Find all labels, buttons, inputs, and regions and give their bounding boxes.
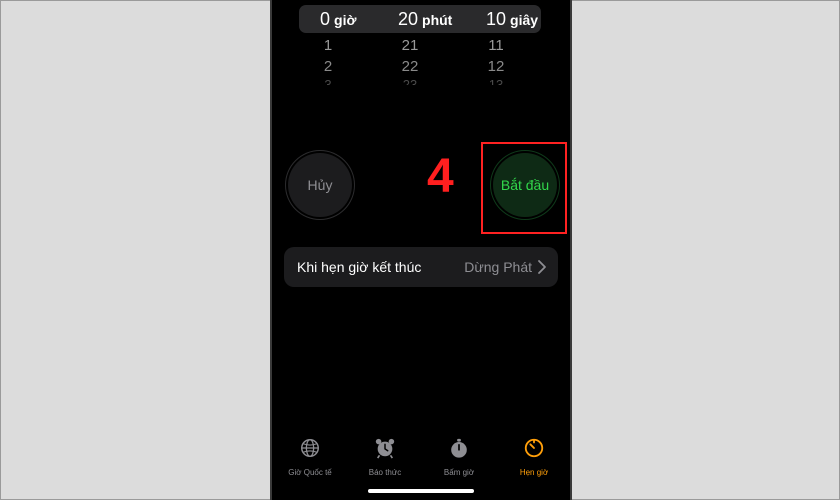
hours-option[interactable]: 3: [308, 77, 348, 85]
timer-icon: [524, 438, 544, 458]
phone-screen: 0 giờ 1 2 3 20 phút 21 22 23 10 giây 11 12 …: [270, 0, 572, 500]
minutes-unit: phút: [422, 12, 453, 28]
when-timer-ends-value: Dừng Phát: [464, 259, 532, 275]
globe-icon: [301, 439, 319, 457]
highlight-box-annotation: [481, 142, 567, 234]
picker-seconds-selected: 10 giây: [486, 9, 538, 30]
tab-alarm-label: Báo thức: [368, 468, 402, 477]
cancel-button[interactable]: Hủy: [288, 153, 352, 217]
seconds-option[interactable]: 13: [476, 77, 516, 85]
when-timer-ends-row[interactable]: Khi hẹn giờ kết thúc Dừng Phát: [284, 247, 558, 287]
hours-value: 0: [320, 9, 331, 29]
alarm-clock-icon: [375, 438, 395, 459]
minutes-value: 20: [398, 9, 419, 29]
seconds-option[interactable]: 11: [476, 37, 516, 54]
minutes-option[interactable]: 21: [390, 37, 430, 54]
stopwatch-icon: [451, 438, 467, 458]
tab-world-clock[interactable]: Giờ Quốc tế: [275, 432, 345, 480]
hours-unit: giờ: [334, 12, 357, 28]
seconds-unit: giây: [510, 12, 539, 28]
cancel-button-label: Hủy: [307, 177, 333, 193]
tab-bar: Giờ Quốc tế Báo thức Bấm giờ Hẹn giờ: [272, 432, 570, 482]
minutes-option[interactable]: 22: [390, 58, 430, 75]
seconds-option[interactable]: 12: [476, 58, 516, 75]
hours-option[interactable]: 1: [308, 37, 348, 54]
tab-stopwatch-label: Bấm giờ: [443, 468, 475, 477]
tab-alarm[interactable]: Báo thức: [350, 432, 420, 480]
picker-minutes-selected: 20 phút: [398, 9, 452, 30]
minutes-option[interactable]: 23: [390, 77, 430, 85]
tab-timer[interactable]: Hẹn giờ: [499, 432, 569, 480]
step-number-annotation: 4: [427, 150, 454, 203]
hours-option[interactable]: 2: [308, 58, 348, 75]
seconds-value: 10: [486, 9, 507, 29]
when-timer-ends-label: Khi hẹn giờ kết thúc: [297, 259, 422, 275]
home-indicator[interactable]: [368, 489, 474, 493]
picker-hours-selected: 0 giờ: [320, 9, 356, 30]
tab-world-clock-label: Giờ Quốc tế: [288, 468, 332, 477]
timer-duration-picker[interactable]: 0 giờ 1 2 3 20 phút 21 22 23 10 giây 11 12 …: [272, 0, 570, 95]
tab-timer-label: Hẹn giờ: [519, 468, 549, 477]
chevron-right-icon: [538, 260, 546, 274]
tab-stopwatch[interactable]: Bấm giờ: [424, 432, 494, 480]
